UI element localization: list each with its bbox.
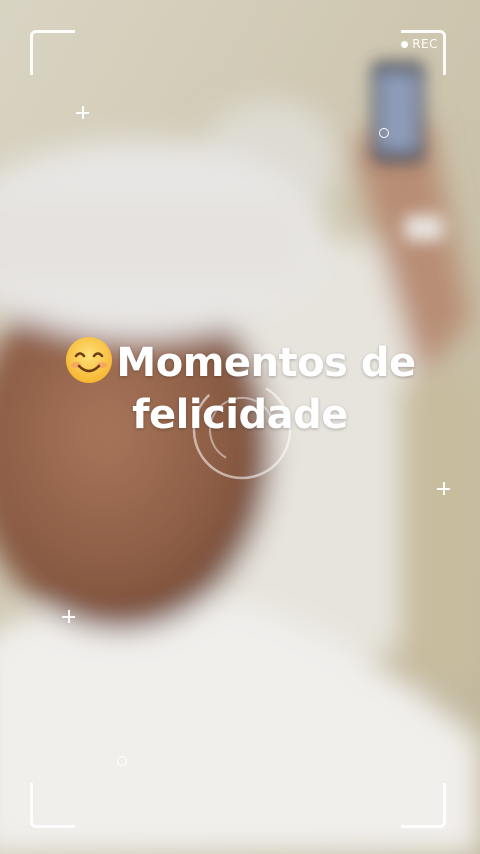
caption-text: Momentos de felicidade <box>0 335 480 441</box>
smiling-face-icon <box>66 337 113 383</box>
caption-line-2: felicidade <box>132 392 348 438</box>
caption-line-1-text: Momentos de <box>116 340 416 386</box>
rec-indicator: REC <box>401 37 438 51</box>
viewfinder-corner-bottom-left <box>30 783 75 828</box>
plus-marker-icon <box>62 610 75 623</box>
small-ring-marker-icon <box>117 756 127 766</box>
viewfinder-corner-top-left <box>30 30 75 75</box>
rec-label: REC <box>412 37 438 51</box>
plus-marker-icon <box>437 482 450 495</box>
viewfinder-corner-bottom-right <box>401 783 446 828</box>
record-dot-icon <box>401 40 409 48</box>
story-frame: REC Momentos de felicidade <box>0 0 480 854</box>
plus-marker-icon <box>76 106 89 119</box>
small-ring-marker-icon <box>379 128 389 138</box>
caption-line-1: Momentos de <box>0 335 480 389</box>
